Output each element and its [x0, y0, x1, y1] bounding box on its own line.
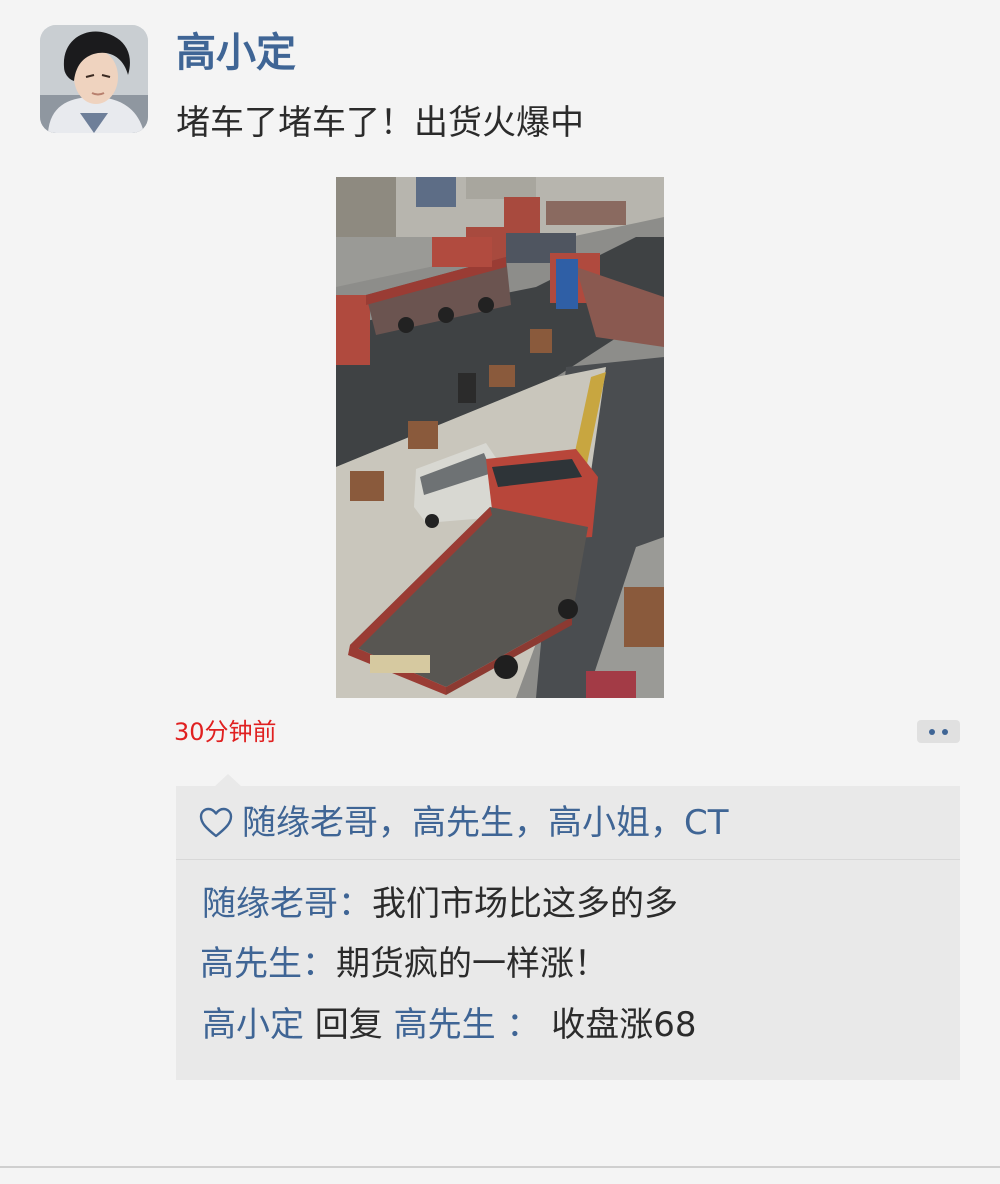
comment-text: 收盘涨68 [551, 1005, 697, 1045]
comment-text: 我们市场比这多的多 [372, 884, 678, 924]
post-photo[interactable] [336, 177, 664, 698]
comment-separator: ： [338, 884, 372, 924]
post-time: 30分钟前 [174, 718, 277, 746]
commenter-name[interactable]: 高先生 [200, 944, 302, 984]
comment-separator: ： [495, 1005, 552, 1045]
reply-to-name[interactable]: 高先生 [394, 1005, 496, 1045]
ellipsis-icon [929, 728, 935, 735]
heart-outline-icon [199, 807, 233, 837]
commenter-name[interactable]: 高小定 [202, 1005, 304, 1045]
commenter-name[interactable]: 随缘老哥 [202, 884, 338, 924]
post-text: 堵车了堵车了！出货火爆中 [176, 103, 584, 143]
comment-item[interactable]: 高小定 回复 高先生 ： 收盘涨68 [202, 1003, 697, 1047]
ellipsis-icon-dot [942, 728, 948, 735]
divider [0, 1166, 1000, 1168]
moments-feed-item: 高小定 堵车了堵车了！出货火爆中 30分钟前 随缘老哥，高先生，高小姐，CT 随… [0, 0, 1000, 1184]
comment-separator: ： [302, 944, 336, 984]
comment-text: 期货疯的一样涨！ [336, 944, 608, 984]
comment-item[interactable]: 高先生：期货疯的一样涨！ [200, 942, 608, 986]
likes-row: 随缘老哥，高先生，高小姐，CT [176, 786, 960, 860]
author-name[interactable]: 高小定 [176, 28, 296, 78]
likes-comments-panel: 随缘老哥，高先生，高小姐，CT 随缘老哥：我们市场比这多的多 高先生：期货疯的一… [176, 786, 960, 1080]
comment-item[interactable]: 随缘老哥：我们市场比这多的多 [202, 882, 678, 926]
likes-names[interactable]: 随缘老哥，高先生，高小姐，CT [242, 801, 729, 845]
reply-word: 回复 [304, 1005, 394, 1045]
avatar[interactable] [40, 25, 148, 133]
more-button[interactable] [917, 720, 960, 743]
